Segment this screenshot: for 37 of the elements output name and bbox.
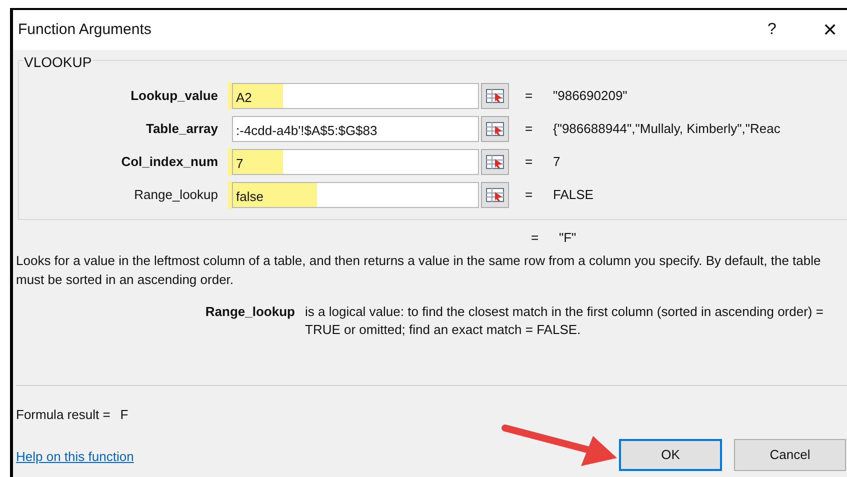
result-text: {"986688944","Mullaly, Kimberly","Reac xyxy=(553,120,780,138)
range-picker-button[interactable] xyxy=(481,116,509,142)
grid-cursor-icon xyxy=(486,122,504,136)
argument-field[interactable]: 7 xyxy=(232,149,479,175)
equals-sign: = xyxy=(525,120,534,138)
help-button[interactable]: ? xyxy=(752,15,792,45)
grid-cursor-icon xyxy=(486,188,504,202)
help-link[interactable]: Help on this function xyxy=(16,447,134,466)
function-description: Looks for a value in the leftmost column of a table, and then returns a value in the same row from a column you specify. By default, the table must be sorted in an ascending order. xyxy=(15,252,822,289)
argument-label: Col_index_num xyxy=(120,153,219,172)
argument-field[interactable]: :-4cdd-a4b'!$A$5:$G$83 xyxy=(232,116,479,142)
argument-label: Range_lookup xyxy=(133,186,219,204)
equals-sign: = xyxy=(525,186,534,204)
argument-field[interactable]: false xyxy=(232,182,479,208)
equals-sign: = xyxy=(525,153,534,172)
equals-sign: = xyxy=(525,87,534,106)
argument-label: Table_array xyxy=(144,120,219,138)
formula-result-label: Formula result = xyxy=(16,406,110,424)
grid-cursor-icon xyxy=(486,155,504,169)
range-picker-button[interactable] xyxy=(481,83,509,109)
argument-name: Range_lookup xyxy=(204,303,296,321)
equals-sign: = xyxy=(531,229,540,248)
range-picker-button[interactable] xyxy=(481,149,509,175)
ok-button[interactable]: OK xyxy=(619,439,722,471)
argument-field[interactable]: A2 xyxy=(232,83,479,109)
result-text: "986690209" xyxy=(553,87,628,106)
result-text: 7 xyxy=(553,153,560,172)
result-text: FALSE xyxy=(553,186,594,204)
grid-cursor-icon xyxy=(486,89,504,103)
range-picker-button[interactable] xyxy=(481,182,509,208)
argument-label: Lookup_value xyxy=(130,87,219,106)
cancel-button[interactable]: Cancel xyxy=(734,439,846,471)
argument-help-text: is a logical value: to find the closest match in the first column (sorted in ascending order) = TRUE or omitted; find an exact match = FALSE. xyxy=(305,303,824,339)
formula-result-value: F xyxy=(120,406,128,424)
result-text: "F" xyxy=(559,229,576,248)
close-button[interactable]: ✕ xyxy=(810,15,847,45)
window-title: Function Arguments xyxy=(18,20,152,40)
